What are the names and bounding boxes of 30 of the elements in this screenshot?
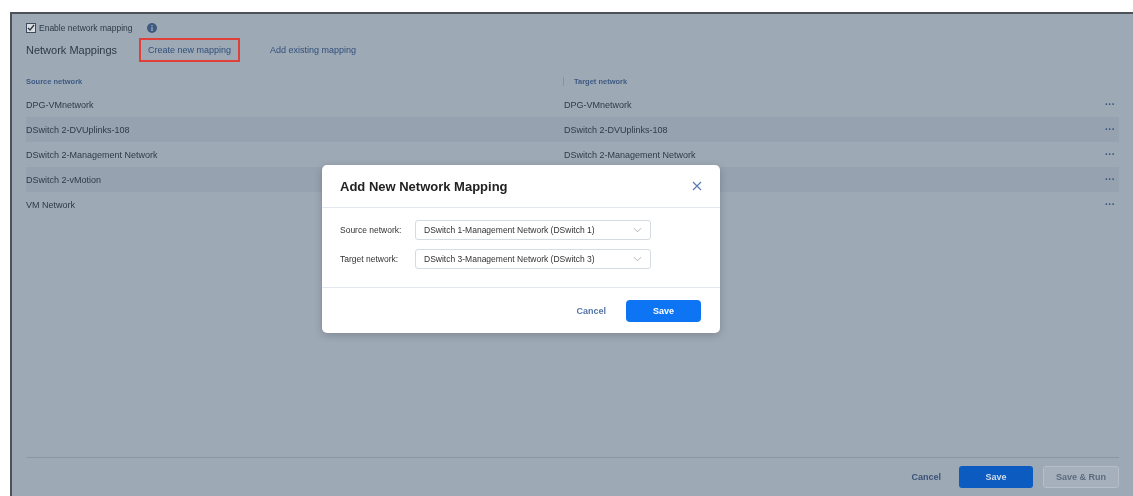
table-cell-text: DSwitch 2-vMotion	[26, 174, 103, 185]
more-menu-button[interactable]: ···	[1101, 174, 1119, 185]
footer-button[interactable]: Save	[959, 466, 1033, 488]
mapping-link[interactable]: Create new mapping	[139, 38, 241, 62]
field-label: Target network:	[340, 254, 400, 264]
footer-button[interactable]: Cancel	[903, 466, 949, 488]
more-menu-button[interactable]: ···	[1101, 149, 1119, 160]
checkbox-icon	[26, 23, 36, 33]
section-title: Network Mappings	[26, 44, 119, 56]
chevron-down-icon	[633, 256, 642, 262]
chevron-down-icon	[633, 227, 642, 233]
table-cell-text: DPG-VMnetwork	[26, 99, 95, 110]
network-dropdown[interactable]: DSwitch 3-Management Network (DSwitch 3)	[415, 249, 651, 269]
more-menu-button[interactable]: ···	[1101, 99, 1119, 110]
more-menu-button[interactable]: ···	[1101, 124, 1119, 135]
table-cell-text: DPG-VMnetwork	[564, 99, 633, 110]
more-menu-button[interactable]: ···	[1101, 199, 1119, 210]
field-label: Source network:	[340, 225, 403, 235]
info-icon[interactable]	[146, 23, 157, 33]
close-button[interactable]	[690, 179, 704, 193]
dialog-button[interactable]: Cancel	[570, 299, 612, 322]
table-cell-text: DSwitch 2-Management Network	[564, 149, 697, 160]
dialog-title: Add New Network Mapping	[340, 178, 508, 194]
table-cell-text: DSwitch 2-Management Network	[26, 149, 159, 160]
table-cell-text: DSwitch 2-DVUplinks-108	[26, 124, 131, 135]
table-cell-text: DSwitch 2-DVUplinks-108	[564, 124, 669, 135]
network-dropdown[interactable]: DSwitch 1-Management Network (DSwitch 1)	[415, 220, 651, 240]
mapping-link[interactable]: Add existing mapping	[262, 39, 365, 61]
table-cell-text: VM Network	[26, 199, 76, 210]
dialog-button[interactable]: Save	[626, 299, 701, 322]
